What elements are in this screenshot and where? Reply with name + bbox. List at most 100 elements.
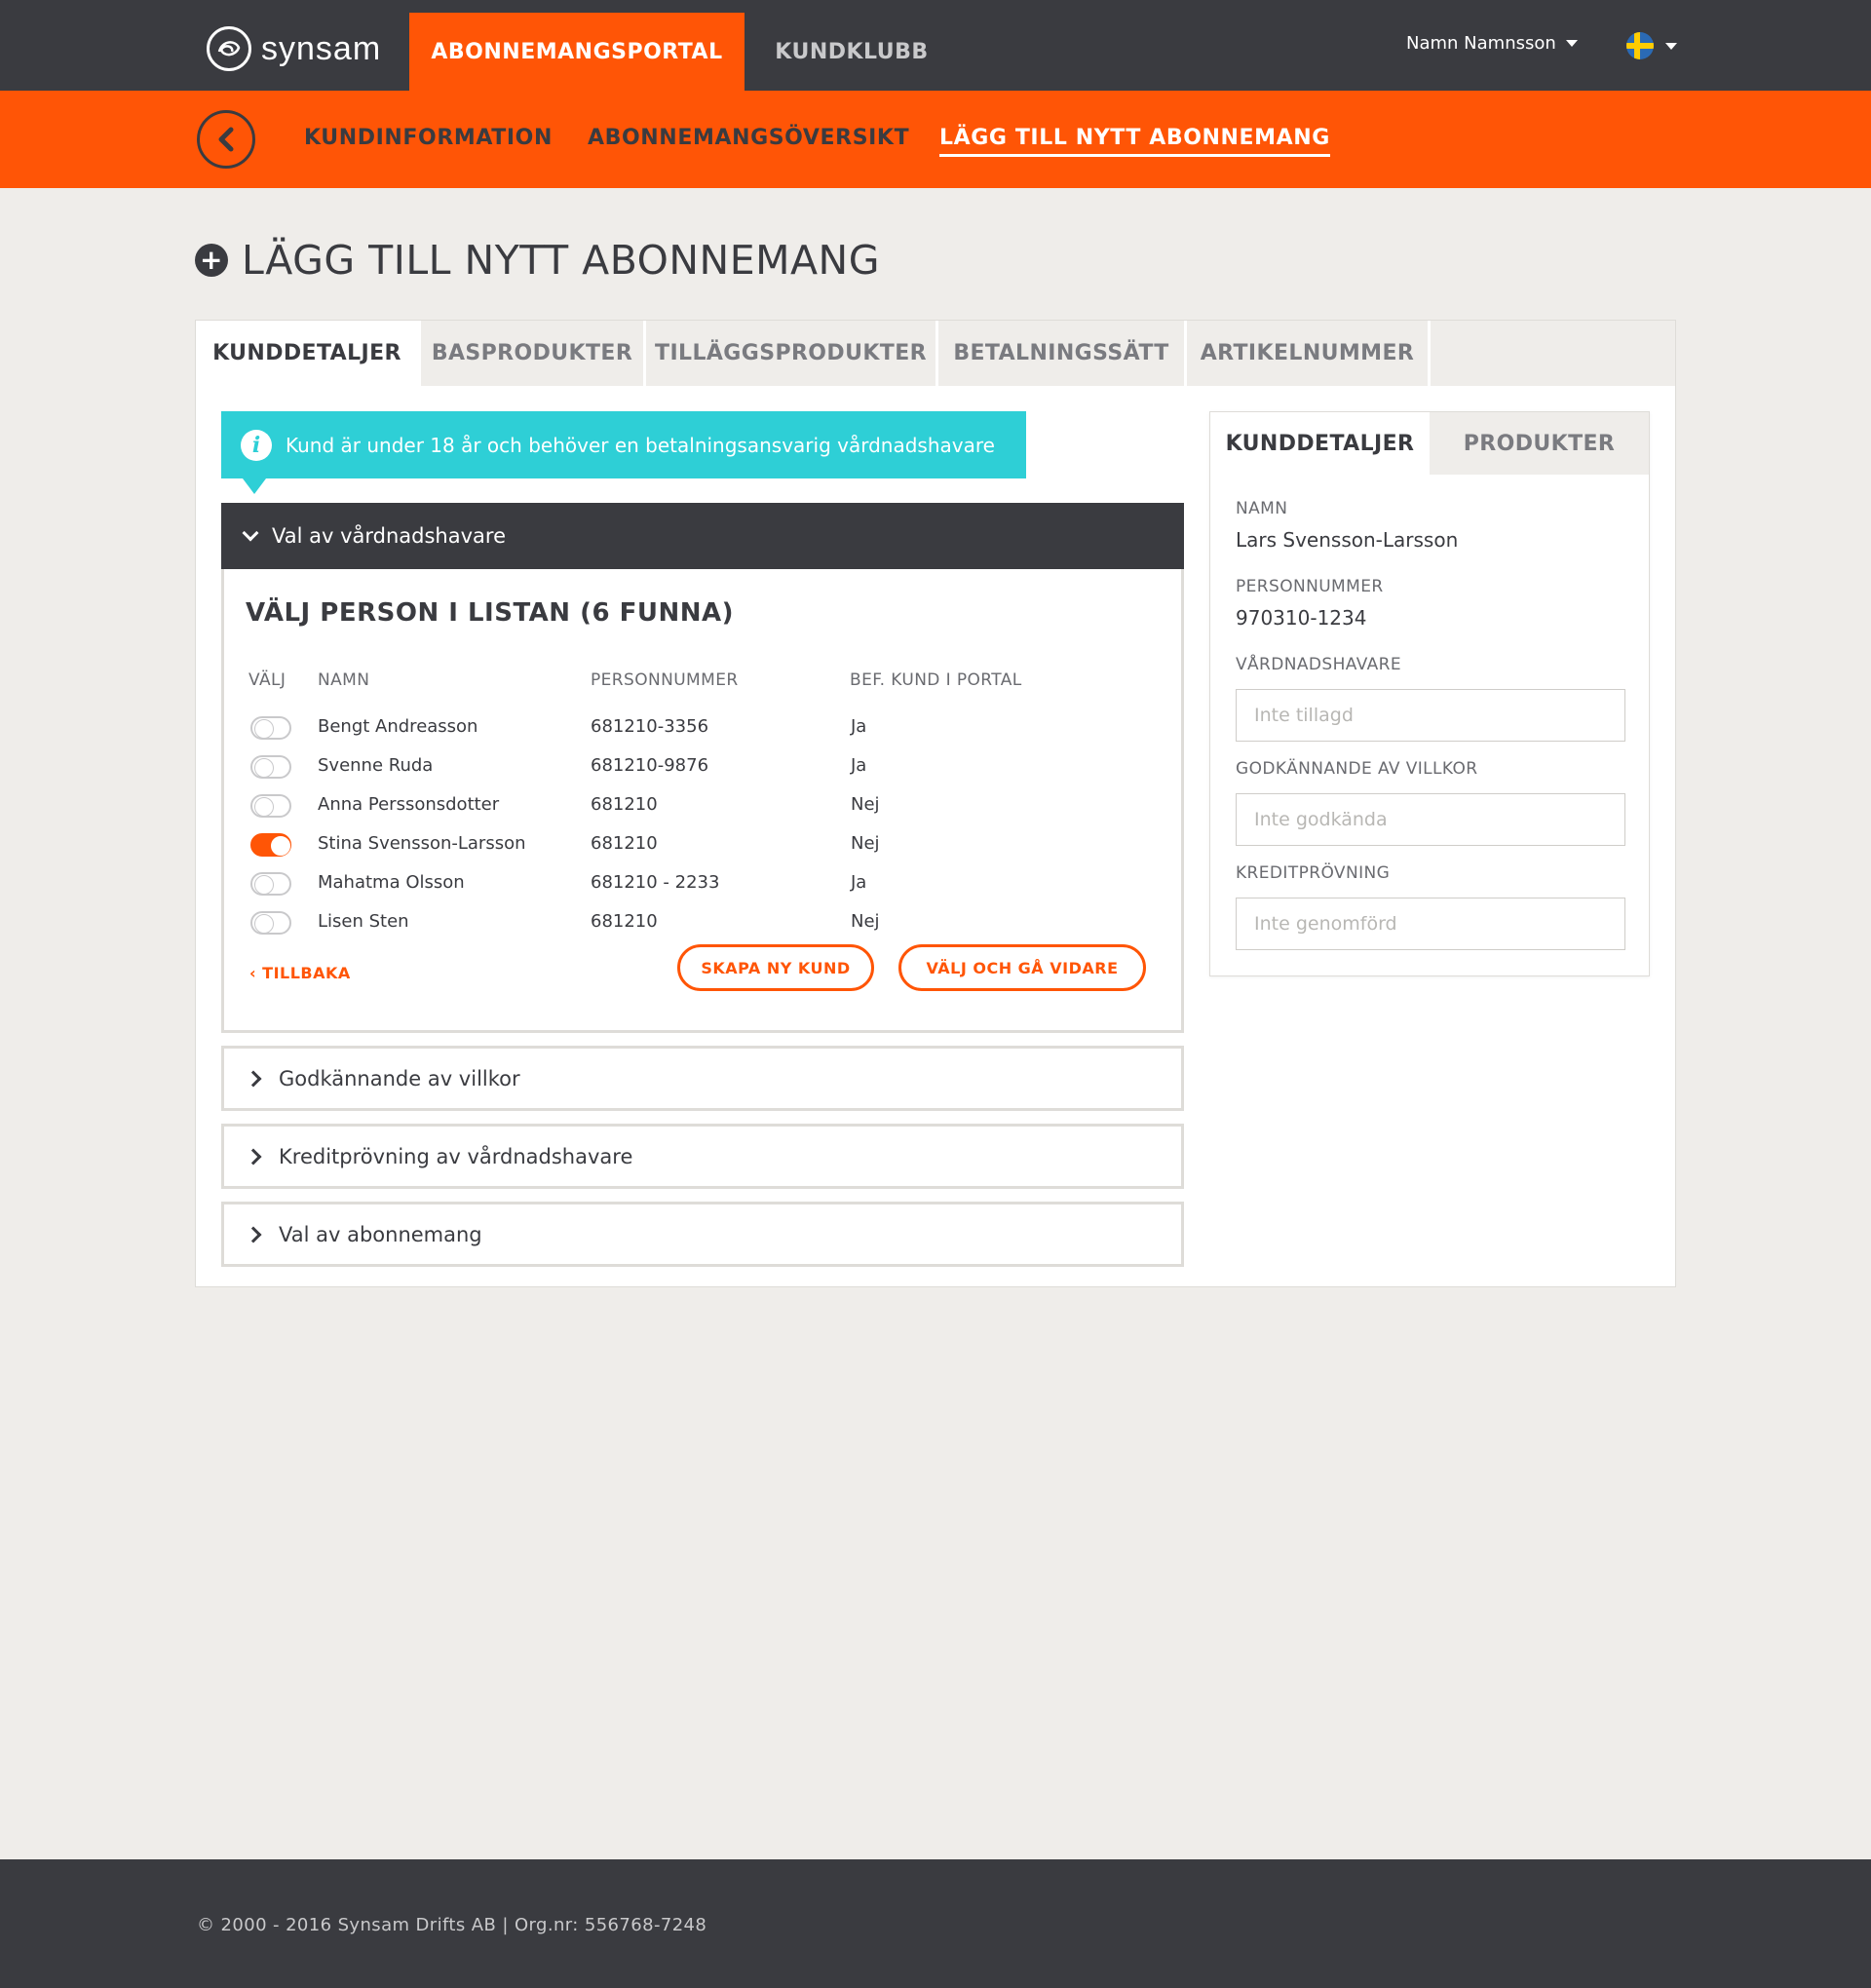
column-header-bef-kund: BEF. KUND I PORTAL [850, 670, 1022, 690]
tab-kunddetaljer[interactable]: KUNDDETALJER [196, 321, 421, 386]
tab-betalningssatt[interactable]: BETALNINGSSÄTT [938, 321, 1187, 386]
side-tabs: KUNDDETALJER PRODUKTER [1210, 412, 1649, 475]
terms-field[interactable] [1236, 793, 1625, 846]
terms-accordion-title: Godkännande av villkor [279, 1066, 520, 1090]
row-existing: Nej [851, 833, 880, 854]
select-toggle[interactable] [250, 833, 291, 857]
guardian-label: VÅRDNADSHAVARE [1236, 655, 1402, 674]
footer: © 2000 - 2016 Synsam Drifts AB | Org.nr:… [0, 1859, 1871, 1988]
customer-summary-panel: KUNDDETALJER PRODUKTER NAMN Lars Svensso… [1209, 411, 1650, 976]
ssn-value: 970310-1234 [1236, 606, 1367, 630]
side-tab-produkter[interactable]: PRODUKTER [1430, 412, 1649, 475]
row-ssn: 681210 [591, 911, 658, 932]
name-value: Lars Svensson-Larsson [1236, 528, 1459, 552]
guardian-accordion: Val av vårdnadshavare VÄLJ PERSON I LIST… [221, 503, 1184, 1033]
info-banner: i Kund är under 18 år och behöver en bet… [221, 411, 1026, 494]
tab-artikelnummer[interactable]: ARTIKELNUMMER [1187, 321, 1431, 386]
row-ssn: 681210 [591, 833, 658, 854]
info-banner-text: Kund är under 18 år och behöver en betal… [286, 433, 995, 457]
sub-nav: KUNDINFORMATION ABONNEMANGSÖVERSIKT LÄGG… [0, 91, 1871, 188]
row-name: Anna Perssonsdotter [318, 794, 500, 815]
row-existing: Nej [851, 911, 880, 932]
subnav-abonnemangsoversikt[interactable]: ABONNEMANGSÖVERSIKT [588, 126, 909, 150]
row-ssn: 681210-3356 [591, 716, 709, 737]
tab-basprodukter[interactable]: BASPRODUKTER [421, 321, 646, 386]
table-row[interactable]: Anna Perssonsdotter 681210 Nej [224, 786, 1179, 825]
credit-field[interactable] [1236, 898, 1625, 950]
logo-text: synsam [261, 29, 382, 67]
row-name: Stina Svensson-Larsson [318, 833, 526, 854]
row-name: Bengt Andreasson [318, 716, 478, 737]
row-ssn: 681210 - 2233 [591, 872, 720, 893]
chevron-right-icon [245, 1226, 262, 1242]
terms-accordion[interactable]: Godkännande av villkor [221, 1046, 1184, 1111]
plus-circle-icon: + [195, 244, 228, 277]
row-ssn: 681210-9876 [591, 755, 709, 776]
chevron-left-icon: ‹ [249, 964, 263, 982]
page-title: + LÄGG TILL NYTT ABONNEMANG [195, 237, 880, 284]
top-bar: synsam ABONNEMANGSPORTAL KUNDKLUBB Namn … [0, 0, 1871, 91]
name-label: NAMN [1236, 499, 1288, 518]
info-icon: i [241, 429, 272, 461]
chevron-down-icon [1565, 40, 1578, 47]
row-existing: Ja [851, 872, 867, 893]
main-tabs: KUNDDETALJER BASPRODUKTER TILLÄGGSPRODUK… [196, 321, 1675, 386]
chevron-right-icon [245, 1148, 262, 1165]
chevron-down-icon [242, 524, 259, 542]
row-existing: Ja [851, 716, 867, 737]
topnav-kundklubb[interactable]: KUNDKLUBB [745, 13, 959, 91]
back-link-label: TILLBAKA [262, 964, 351, 982]
subscription-accordion[interactable]: Val av abonnemang [221, 1202, 1184, 1267]
table-row[interactable]: Bengt Andreasson 681210-3356 Ja [224, 708, 1179, 747]
row-name: Mahatma Olsson [318, 872, 465, 893]
user-name: Namn Namnsson [1406, 33, 1556, 54]
column-header-personnummer: PERSONNUMMER [591, 670, 739, 690]
row-existing: Nej [851, 794, 880, 815]
language-selector[interactable] [1626, 32, 1677, 59]
back-link[interactable]: ‹ TILLBAKA [249, 964, 351, 982]
row-name: Svenne Ruda [318, 755, 434, 776]
guardian-field[interactable] [1236, 689, 1625, 742]
select-toggle[interactable] [250, 872, 291, 896]
topnav-abonnemangsportal[interactable]: ABONNEMANGSPORTAL [409, 13, 745, 91]
select-toggle[interactable] [250, 755, 291, 779]
tab-tillaggsprodukter[interactable]: TILLÄGGSPRODUKTER [646, 321, 938, 386]
guardian-accordion-header[interactable]: Val av vårdnadshavare [221, 503, 1184, 569]
user-menu[interactable]: Namn Namnsson [1406, 33, 1578, 54]
credit-check-accordion[interactable]: Kreditprövning av vårdnadshavare [221, 1124, 1184, 1189]
page-title-text: LÄGG TILL NYTT ABONNEMANG [242, 237, 880, 284]
credit-check-accordion-title: Kreditprövning av vårdnadshavare [279, 1144, 633, 1168]
credit-label: KREDITPRÖVNING [1236, 863, 1391, 883]
table-row[interactable]: Svenne Ruda 681210-9876 Ja [224, 747, 1179, 786]
chevron-right-icon [245, 1070, 262, 1087]
back-button[interactable] [197, 110, 255, 169]
subnav-lagg-till-nytt-abonnemang[interactable]: LÄGG TILL NYTT ABONNEMANG [939, 126, 1330, 157]
synsam-logo[interactable]: synsam [207, 25, 381, 72]
table-row[interactable]: Lisen Sten 681210 Nej [224, 903, 1179, 942]
subscription-accordion-title: Val av abonnemang [279, 1222, 482, 1246]
list-title: VÄLJ PERSON I LISTAN (6 FUNNA) [246, 598, 735, 628]
row-ssn: 681210 [591, 794, 658, 815]
row-existing: Ja [851, 755, 867, 776]
column-header-valj: VÄLJ [248, 670, 286, 690]
footer-text: © 2000 - 2016 Synsam Drifts AB | Org.nr:… [197, 1915, 707, 1935]
select-toggle[interactable] [250, 794, 291, 818]
ssn-label: PERSONNUMMER [1236, 577, 1384, 596]
row-name: Lisen Sten [318, 911, 409, 932]
select-toggle[interactable] [250, 911, 291, 935]
table-row[interactable]: Stina Svensson-Larsson 681210 Nej [224, 825, 1179, 864]
subnav-kundinformation[interactable]: KUNDINFORMATION [304, 126, 553, 150]
select-toggle[interactable] [250, 716, 291, 740]
chevron-left-icon [218, 127, 234, 152]
side-tab-kunddetaljer[interactable]: KUNDDETALJER [1210, 412, 1430, 475]
synsam-logo-icon [207, 26, 251, 71]
create-customer-button[interactable]: SKAPA NY KUND [677, 944, 874, 991]
main-card: KUNDDETALJER BASPRODUKTER TILLÄGGSPRODUK… [195, 320, 1676, 1287]
chevron-down-icon [1665, 42, 1677, 50]
guardian-accordion-title: Val av vårdnadshavare [272, 524, 506, 548]
tab-filler [1431, 321, 1675, 386]
column-header-namn: NAMN [318, 670, 370, 690]
terms-label: GODKÄNNANDE AV VILLKOR [1236, 759, 1478, 779]
table-row[interactable]: Mahatma Olsson 681210 - 2233 Ja [224, 864, 1179, 903]
select-and-continue-button[interactable]: VÄLJ OCH GÅ VIDARE [898, 944, 1146, 991]
